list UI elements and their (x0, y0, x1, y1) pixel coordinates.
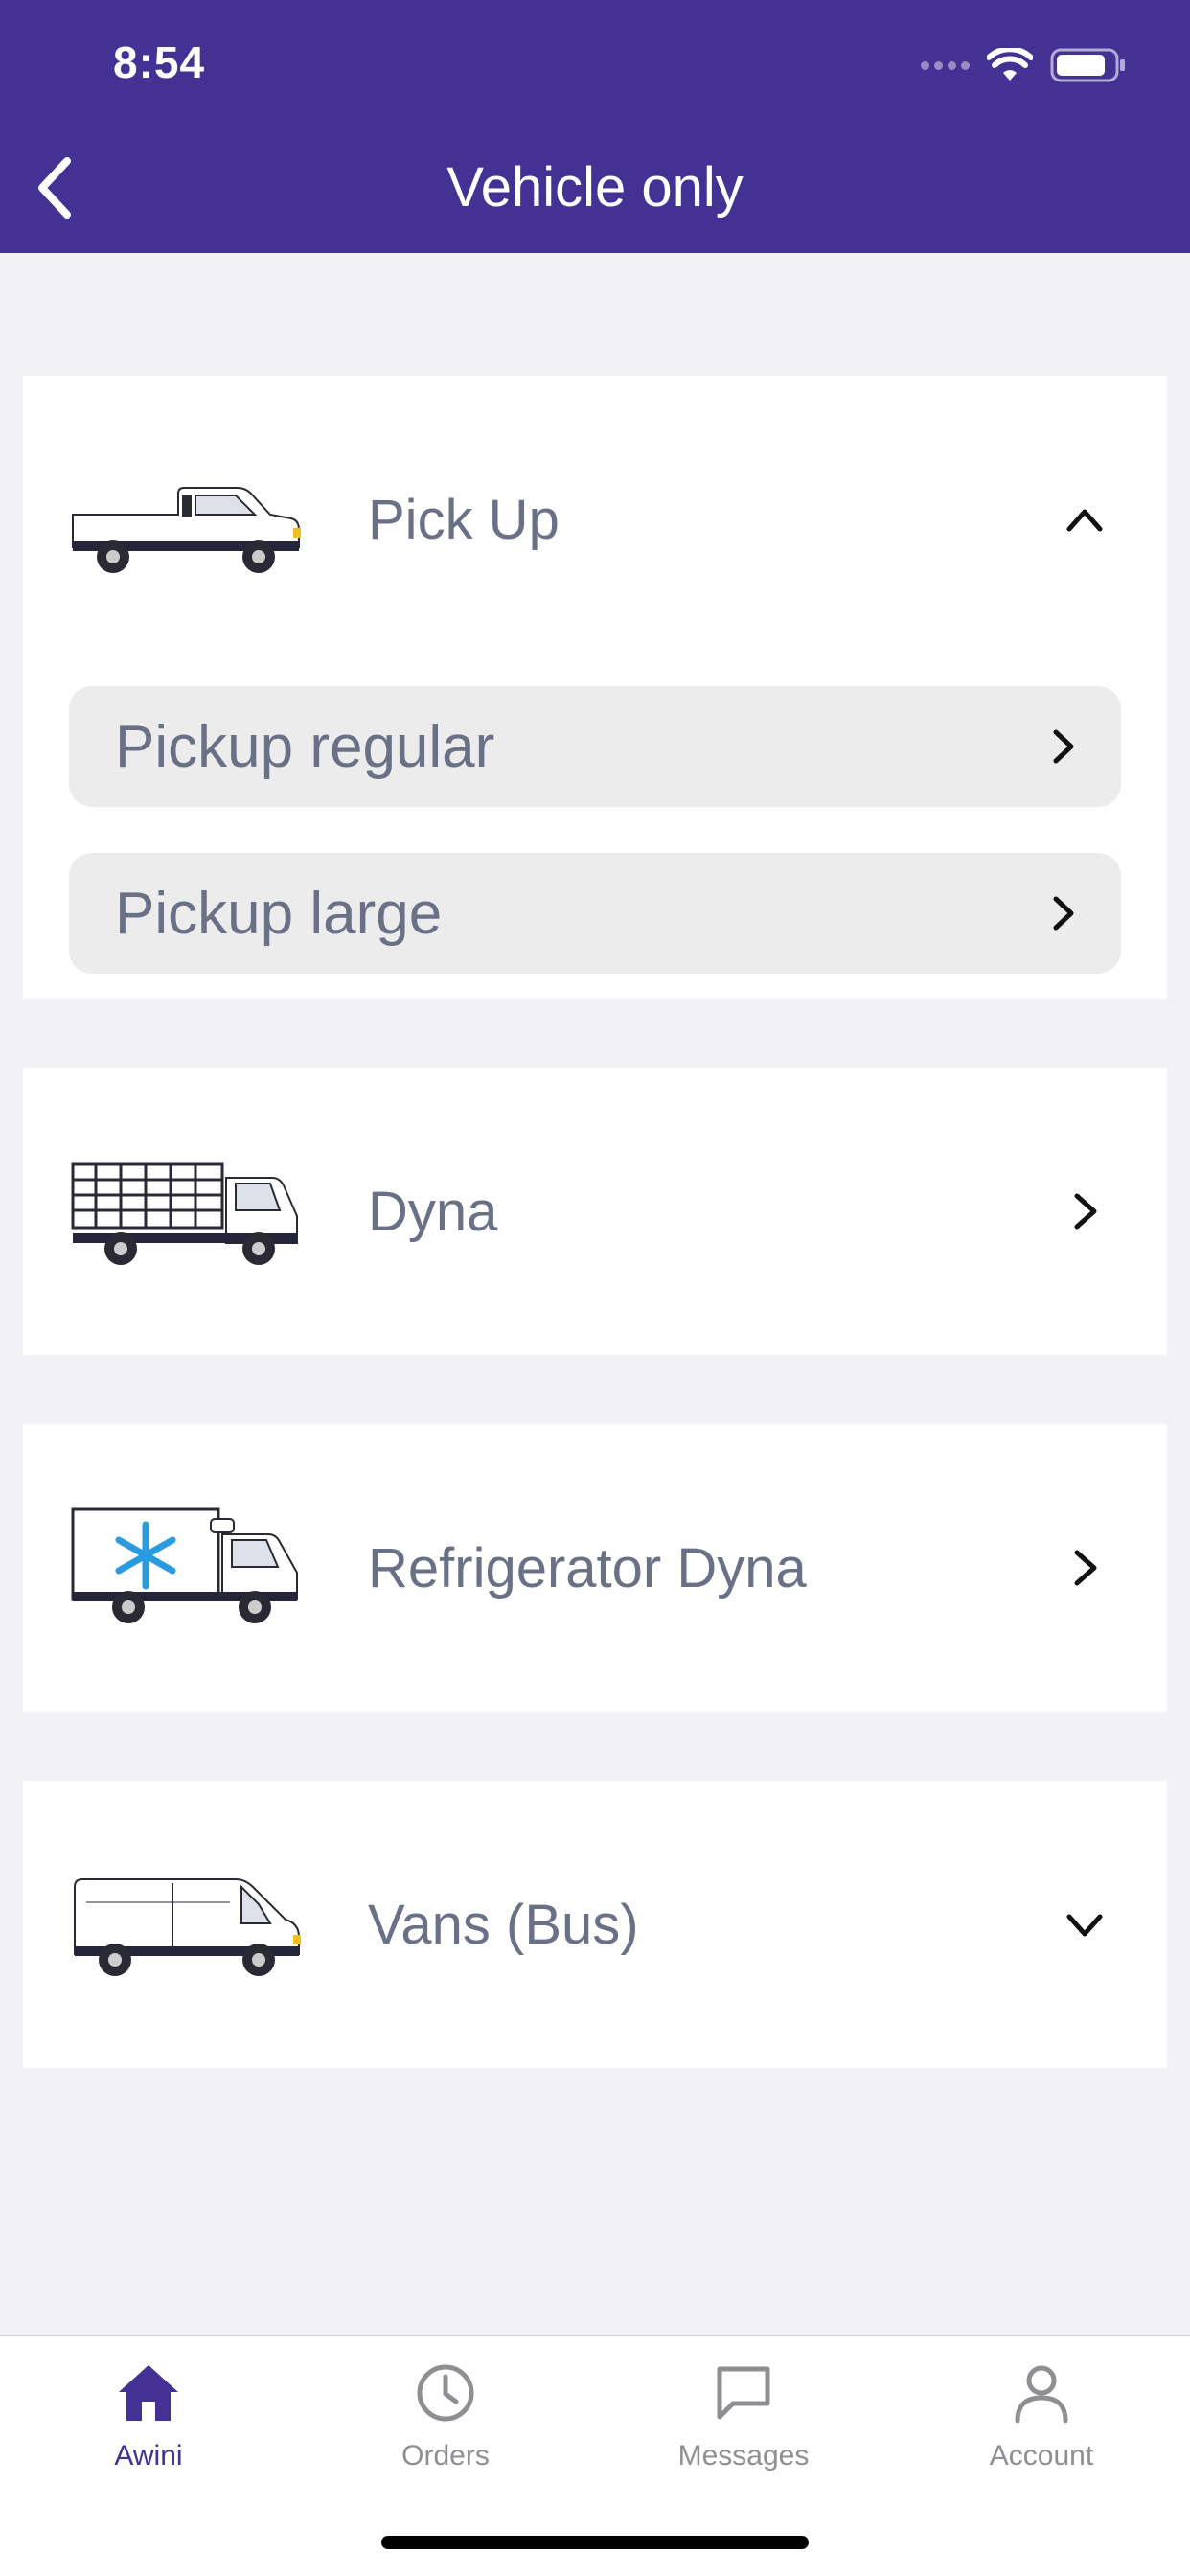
vehicle-label-pickup: Pick Up (368, 488, 560, 551)
refrigerator-truck-image (71, 1507, 298, 1623)
vehicle-label-vans: Vans (Bus) (368, 1893, 639, 1956)
tab-label-account: Account (989, 2440, 1094, 2472)
vehicle-row-pickup[interactable]: Pick Up (23, 376, 1167, 663)
nav-header: 8:54 Vehicle only (0, 0, 1190, 253)
tab-label-awini: Awini (114, 2440, 183, 2472)
pickup-truck-image (72, 487, 301, 573)
chevron-down-icon[interactable] (1062, 1901, 1108, 1947)
vehicle-label-dyna: Dyna (368, 1180, 498, 1243)
sub-item-label: Pickup regular (115, 713, 495, 780)
page-title: Vehicle only (446, 156, 744, 218)
vehicle-row-refrigerator-dyna[interactable]: Refrigerator Dyna (23, 1424, 1167, 1712)
signal-dots-icon (921, 60, 970, 70)
vehicle-card-vans: Vans (Bus) (23, 1781, 1167, 2068)
sub-item-pickup-regular[interactable]: Pickup regular (69, 686, 1121, 807)
tab-awini[interactable]: Awini (34, 2359, 263, 2503)
chevron-up-icon[interactable] (1062, 496, 1108, 542)
message-icon (717, 2366, 770, 2420)
home-icon (119, 2365, 178, 2421)
tab-orders[interactable]: Orders (331, 2359, 561, 2503)
chevron-right-icon (1074, 1550, 1097, 1586)
van-image (74, 1878, 301, 1976)
vehicle-card-refrigerator-dyna: Refrigerator Dyna (23, 1424, 1167, 1712)
clock-icon (417, 2364, 474, 2422)
sub-item-label: Pickup large (115, 880, 443, 947)
vehicle-row-vans[interactable]: Vans (Bus) (23, 1781, 1167, 2068)
home-indicator (381, 2536, 809, 2549)
person-icon (1015, 2365, 1068, 2424)
tab-account[interactable]: Account (927, 2359, 1156, 2503)
dyna-truck-image (71, 1162, 298, 1265)
battery-icon (1050, 48, 1125, 82)
vehicle-card-dyna: Dyna (23, 1068, 1167, 1355)
vehicle-row-dyna[interactable]: Dyna (23, 1068, 1167, 1355)
tab-messages[interactable]: Messages (629, 2359, 858, 2503)
chevron-right-icon (1074, 1193, 1097, 1230)
status-icons (921, 44, 1127, 86)
tab-label-messages: Messages (677, 2440, 810, 2472)
vehicle-card-pickup: Pick Up Pickup regular Pickup large (23, 376, 1167, 999)
status-time: 8:54 (113, 37, 206, 87)
tab-label-orders: Orders (401, 2440, 490, 2472)
sub-item-pickup-large[interactable]: Pickup large (69, 853, 1121, 974)
vehicle-label-refrigerator-dyna: Refrigerator Dyna (368, 1536, 807, 1599)
chevron-right-icon (1053, 896, 1074, 931)
wifi-icon (987, 48, 1033, 80)
chevron-right-icon (1053, 729, 1074, 764)
